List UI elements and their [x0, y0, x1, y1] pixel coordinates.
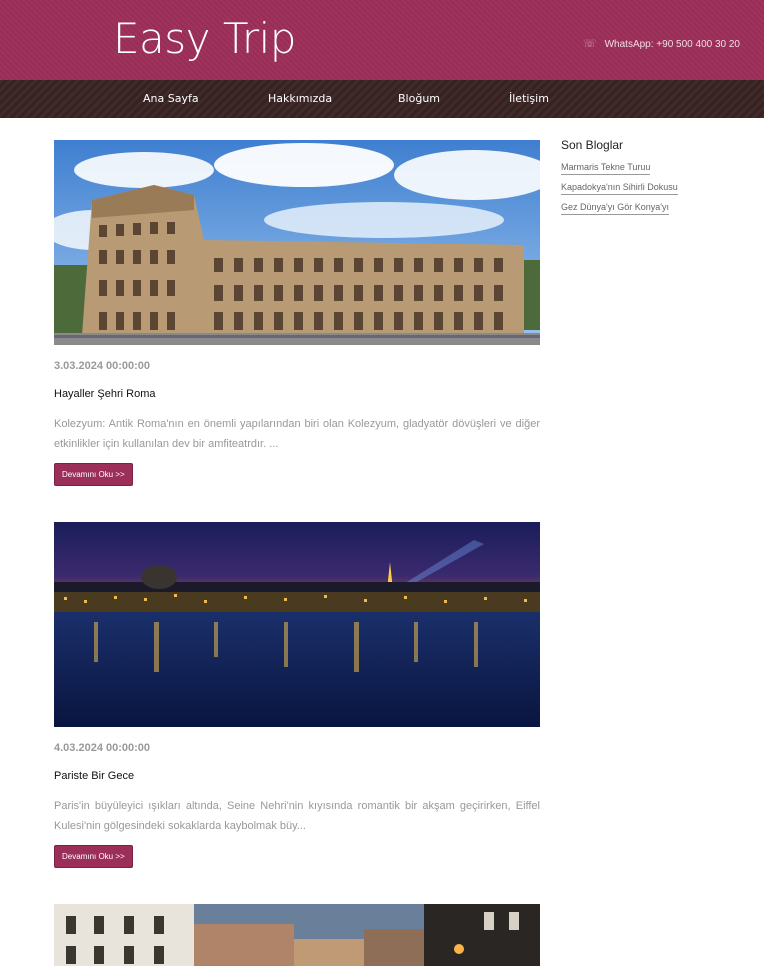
- read-more-button[interactable]: Devamını Oku >>: [54, 845, 133, 868]
- phone-icon: ☏: [582, 38, 597, 50]
- sidebar-title: Son Bloglar: [561, 138, 624, 152]
- site-header: Easy Trip ☏ WhatsApp: +90 500 400 30 20: [0, 0, 764, 80]
- post-title[interactable]: Pariste Bir Gece: [54, 770, 540, 782]
- nav-item-home[interactable]: Ana Sayfa: [143, 92, 199, 105]
- sidebar-link-kapadokya[interactable]: Kapadokya'nın Sihirli Dokusu: [561, 182, 678, 195]
- site-logo[interactable]: Easy Trip: [113, 14, 296, 63]
- whatsapp-contact[interactable]: ☏ WhatsApp: +90 500 400 30 20: [583, 37, 740, 50]
- post-title[interactable]: Hayaller Şehri Roma: [54, 388, 540, 400]
- main-nav: Ana Sayfa Hakkımızda Bloğum İletişim: [0, 80, 764, 118]
- nav-item-about[interactable]: Hakkımızda: [268, 92, 332, 105]
- sidebar-link-konya[interactable]: Gez Dünya'yı Gör Konya'yı: [561, 202, 669, 215]
- post-excerpt: Paris'in büyüleyici ışıkları altında, Se…: [54, 800, 540, 832]
- post-date: 3.03.2024 00:00:00: [54, 360, 151, 372]
- post-excerpt: Kolezyum: Antik Roma'nın en önemli yapıl…: [54, 418, 540, 450]
- blog-post: 4.03.2024 00:00:00 Pariste Bir Gece Pari…: [54, 522, 540, 868]
- nav-item-contact[interactable]: İletişim: [509, 92, 549, 105]
- post-date: 4.03.2024 00:00:00: [54, 742, 151, 754]
- post-image-paris-night[interactable]: [54, 522, 540, 727]
- contact-text: WhatsApp: +90 500 400 30 20: [604, 39, 740, 50]
- blog-post: [54, 904, 540, 966]
- post-image-colosseum[interactable]: [54, 140, 540, 345]
- blog-post: 3.03.2024 00:00:00 Hayaller Şehri Roma K…: [54, 140, 540, 486]
- read-more-button[interactable]: Devamını Oku >>: [54, 463, 133, 486]
- post-image-venice[interactable]: [54, 904, 540, 966]
- sidebar-link-marmaris[interactable]: Marmaris Tekne Turuu: [561, 162, 651, 175]
- nav-item-blog[interactable]: Bloğum: [398, 92, 440, 105]
- sidebar: Son Bloglar Marmaris Tekne Turuu Kapadok…: [561, 138, 731, 222]
